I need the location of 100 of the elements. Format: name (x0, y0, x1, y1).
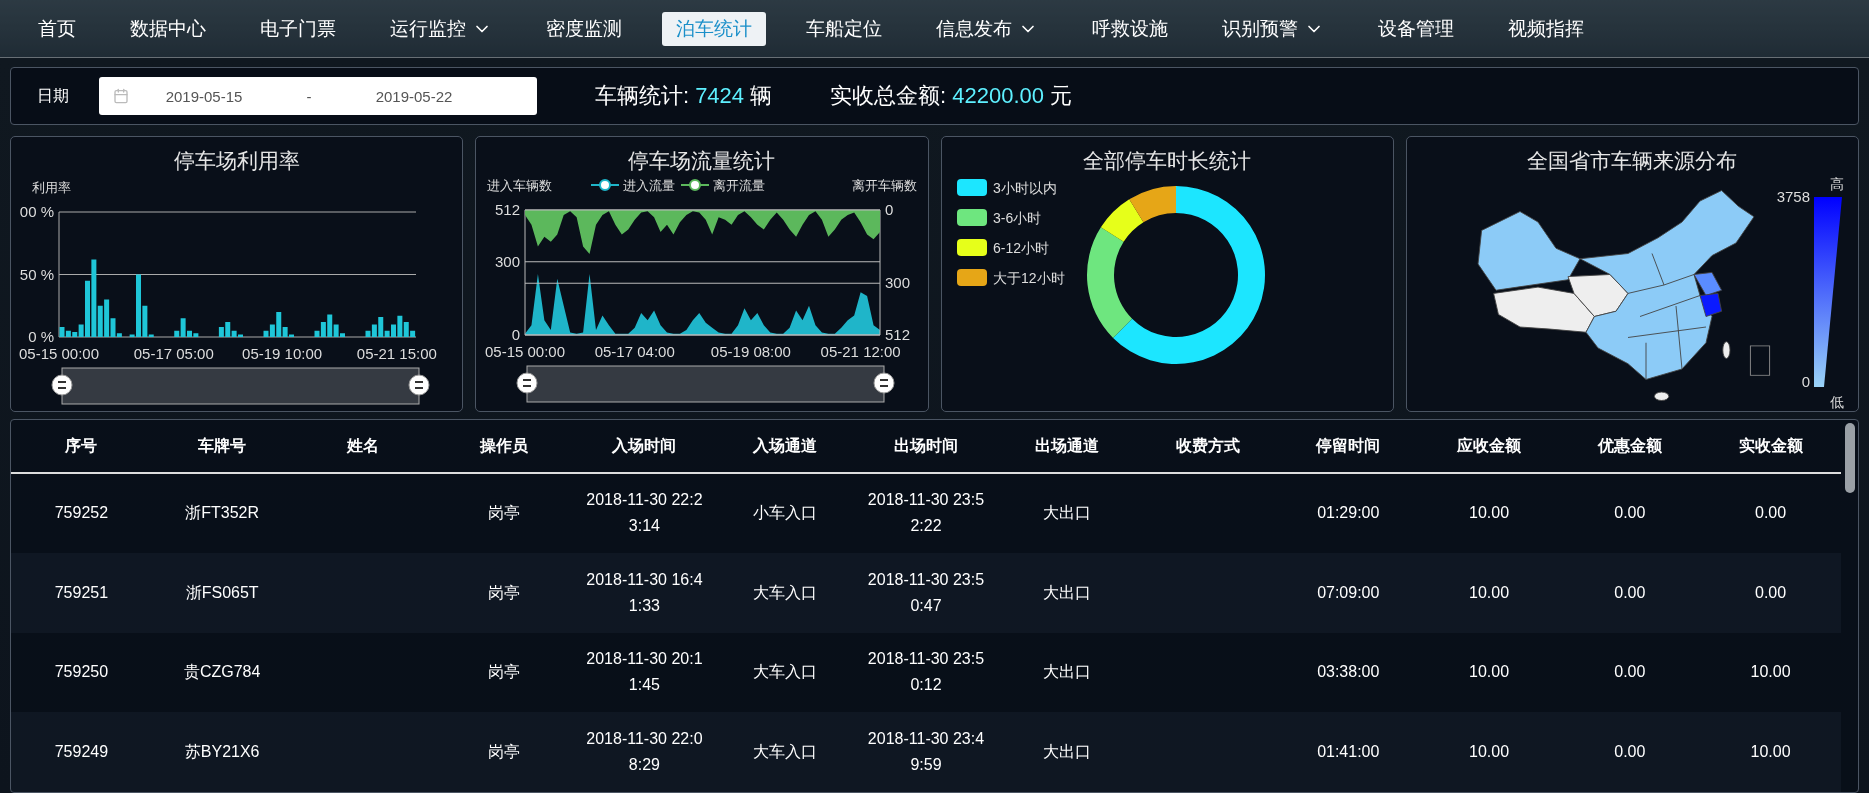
nav-tab[interactable]: 电子门票 (246, 11, 350, 46)
range-slider[interactable] (61, 367, 420, 405)
table-cell-text: 大出口 (1042, 742, 1091, 763)
axis-label: 512 (885, 326, 911, 343)
column-header[interactable]: 实收金额 (1700, 420, 1841, 473)
legend-label[interactable]: 大于12小时 (992, 269, 1065, 286)
table-cell-text: 10.00 (1469, 582, 1510, 603)
scale-low-label: 低 (1829, 393, 1844, 410)
range-handle[interactable] (873, 372, 895, 394)
nav-tab[interactable]: 视频指挥 (1494, 11, 1598, 46)
date-range-field[interactable]: 2019-05-15 - 2019-05-22 (99, 77, 537, 115)
table-cell-text: 10.00 (1750, 662, 1791, 683)
scale-max-label: 3758 (1776, 187, 1810, 205)
table-cell-text: 759250 (54, 662, 109, 683)
axis-label: 512 (495, 201, 521, 218)
column-header[interactable]: 停留时间 (1277, 420, 1419, 473)
nav-tab[interactable]: 数据中心 (116, 11, 220, 46)
range-handle[interactable] (51, 374, 73, 396)
axis-label: 300 (885, 274, 911, 292)
column-header[interactable]: 车牌号 (151, 420, 293, 473)
axis-label: 05-17 04:00 (595, 343, 676, 360)
table-cell-text: 大车入口 (753, 662, 818, 683)
table-cell-text: 2018-11-30 16:41:33 (585, 569, 704, 616)
axis-label: 05-21 12:00 (820, 343, 902, 360)
axis-title: 进入车辆数 (487, 178, 553, 193)
stat-unit: 元 (1049, 82, 1072, 110)
range-slider[interactable] (526, 365, 885, 403)
table-cell-text: 0.00 (1614, 582, 1646, 603)
table-cell-text: 2018-11-30 23:50:47 (866, 569, 986, 616)
nav-tab[interactable]: 首页 (24, 11, 90, 46)
legend-label[interactable]: 3小时以内 (992, 179, 1057, 196)
table-cell-text: 浙FS065T (185, 582, 259, 603)
legend-label[interactable]: 3-6小时 (992, 209, 1041, 226)
panel-title: 停车场流量统计 (628, 148, 776, 174)
stat-unit: 辆 (750, 82, 773, 110)
table-cell-text: 2018-11-30 23:49:59 (866, 729, 986, 776)
color-scale-bar[interactable] (1813, 196, 1842, 387)
table-cell-text: 贵CZG784 (183, 662, 261, 683)
nav-tab[interactable]: 信息发布 (922, 11, 1052, 46)
stat-value: 42200.00 (952, 83, 1044, 109)
legend-label: 进入流量 (623, 178, 676, 193)
column-header[interactable]: 收费方式 (1137, 420, 1278, 473)
table-cell-text: 2018-11-30 20:11:45 (585, 649, 704, 696)
stat-value: 7424 (695, 83, 745, 109)
axis-label: 50 % (19, 265, 55, 283)
nav-tab[interactable]: 设备管理 (1364, 11, 1468, 46)
axis-label: 05-19 10:00 (242, 344, 323, 362)
table-cell-text: 2018-11-30 23:52:22 (866, 490, 986, 537)
legend-label[interactable]: 6-12小时 (992, 239, 1049, 256)
column-header[interactable]: 序号 (11, 420, 152, 473)
table-cell-text: 0.00 (1755, 503, 1787, 524)
nav-tab[interactable]: 呼救设施 (1078, 11, 1182, 46)
panel-title: 全国省市车辆来源分布 (1527, 148, 1738, 174)
table-cell-text: 大出口 (1042, 503, 1091, 524)
column-header[interactable]: 应收金额 (1418, 420, 1560, 473)
axis-label: 00 % (19, 202, 55, 220)
nav-tab[interactable]: 运行监控 (376, 11, 506, 46)
nav-tab[interactable]: 识别预警 (1208, 11, 1338, 46)
table-cell-text: 大出口 (1042, 582, 1091, 603)
panel-title: 停车场利用率 (173, 148, 300, 174)
table-cell-text: 2018-11-30 22:08:29 (585, 729, 704, 776)
table-cell-text: 759252 (54, 503, 109, 524)
axis-label: 05-15 00:00 (485, 343, 566, 360)
nav-tab[interactable]: 车船定位 (792, 11, 896, 46)
column-header[interactable]: 优惠金额 (1559, 420, 1701, 473)
table-cell-text: 岗亭 (487, 582, 520, 603)
axis-label: 300 (495, 252, 521, 270)
axis-label: 0 (512, 326, 521, 343)
scrollbar-thumb[interactable] (1845, 423, 1855, 493)
scale-high-label: 高 (1829, 176, 1844, 192)
axis-label: 0 % (28, 327, 55, 345)
legend-item[interactable]: 离开流量 (680, 178, 766, 193)
axis-label: 05-17 05:00 (133, 344, 214, 362)
axis-label: 05-21 15:00 (356, 344, 438, 362)
axis-title: 离开车辆数 (852, 178, 918, 193)
panel-title: 全部停车时长统计 (1083, 148, 1252, 174)
range-handle[interactable] (516, 372, 538, 394)
column-header[interactable]: 出场通道 (996, 420, 1138, 473)
column-header[interactable]: 出场时间 (855, 420, 997, 473)
range-handle[interactable] (408, 374, 430, 396)
table-cell-text: 10.00 (1469, 503, 1510, 524)
table-cell-text: 0.00 (1614, 662, 1646, 683)
table-cell-text: 07:09:00 (1317, 582, 1380, 603)
axis-label: 05-15 00:00 (19, 344, 100, 362)
column-header[interactable]: 姓名 (292, 420, 434, 473)
column-header[interactable]: 操作员 (433, 420, 575, 473)
column-header[interactable]: 入场通道 (714, 420, 856, 473)
table-cell-text: 岗亭 (487, 742, 520, 763)
table-cell-text: 大出口 (1042, 662, 1091, 683)
table-cell-text: 小车入口 (753, 503, 818, 524)
nav-tab[interactable]: 密度监测 (532, 11, 636, 46)
column-header[interactable]: 入场时间 (574, 420, 715, 473)
table-cell-text: 2018-11-30 22:23:14 (585, 490, 704, 537)
calendar-icon (113, 88, 129, 104)
table-cell-text: 03:38:00 (1317, 662, 1380, 683)
table-cell-text: 岗亭 (487, 662, 520, 683)
table-cell-text: 10.00 (1469, 662, 1510, 683)
table-cell-text: 0.00 (1755, 582, 1787, 603)
legend-item[interactable]: 进入流量 (590, 178, 676, 193)
axis-label: 0 (885, 201, 894, 218)
